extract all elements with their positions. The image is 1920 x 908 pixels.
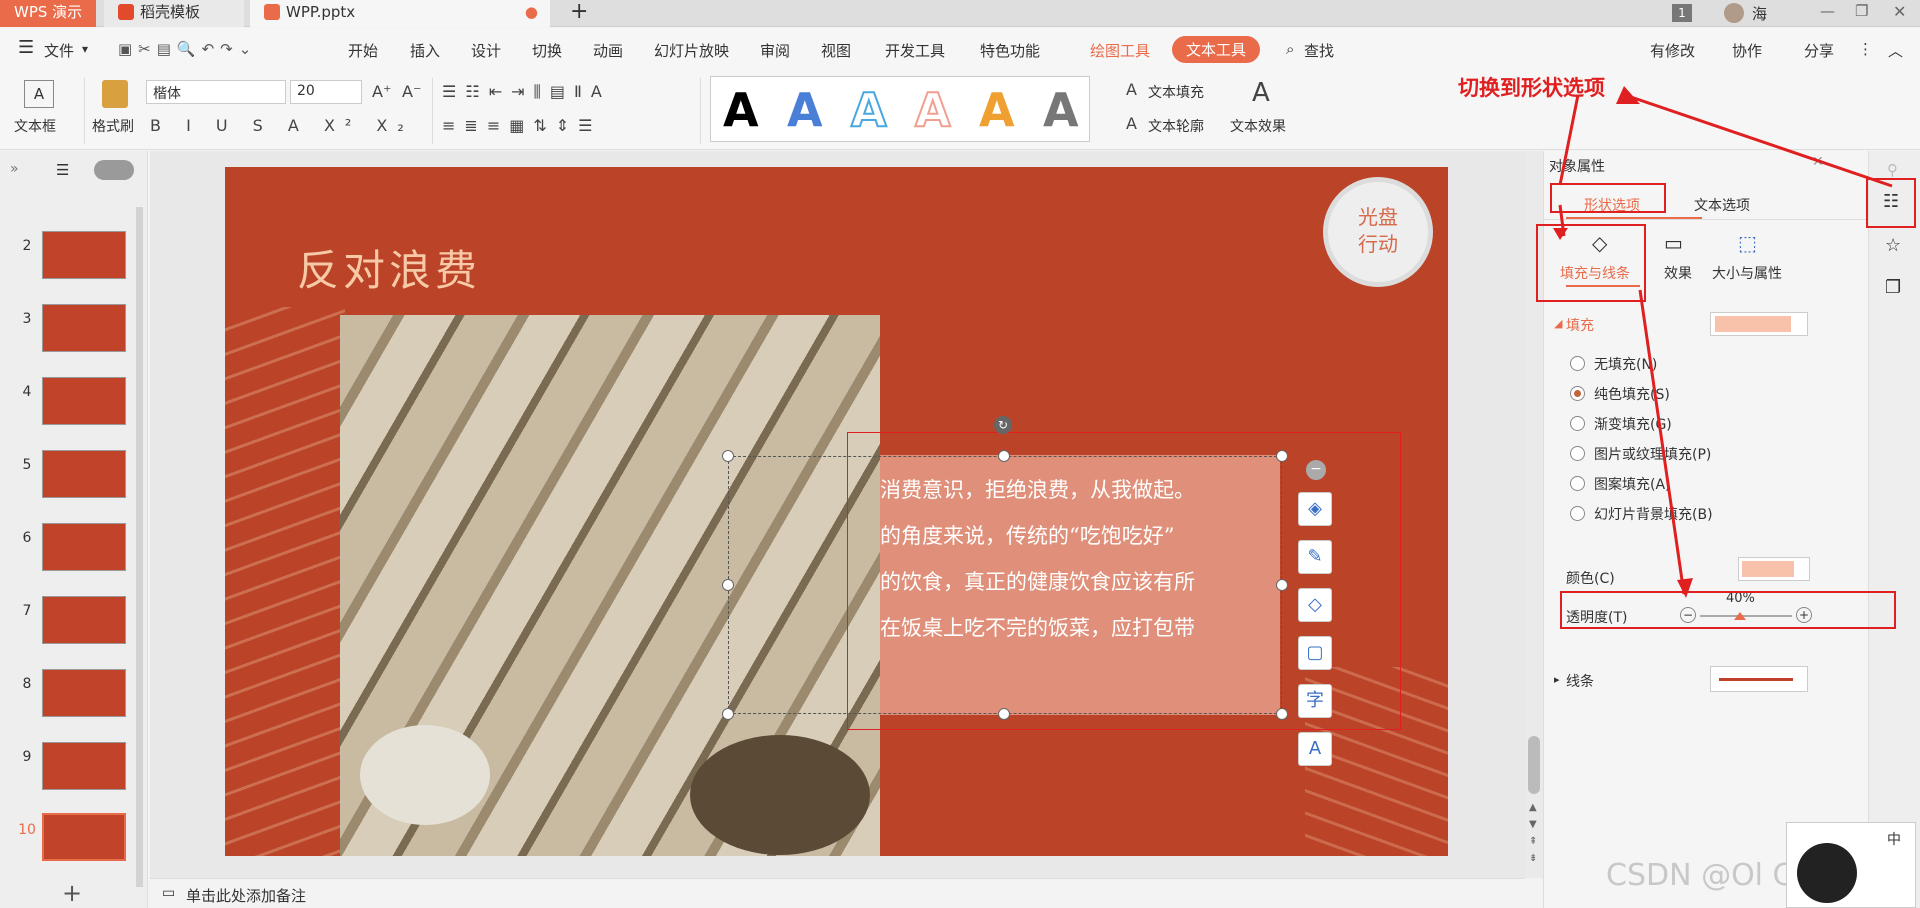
annotation-arrow: [1638, 289, 1686, 595]
annotation-arrows: [1553, 86, 1893, 598]
ime-widget[interactable]: 中: [1786, 822, 1916, 908]
ime-mode[interactable]: 中: [1887, 829, 1901, 849]
arrow-head: [1616, 86, 1640, 104]
arrow-head: [1677, 578, 1693, 598]
annotation-arrow: [1558, 94, 1580, 186]
cat-avatar: [1797, 843, 1857, 903]
arrow-head: [1553, 228, 1568, 240]
annotation-arrow: [1627, 94, 1893, 188]
